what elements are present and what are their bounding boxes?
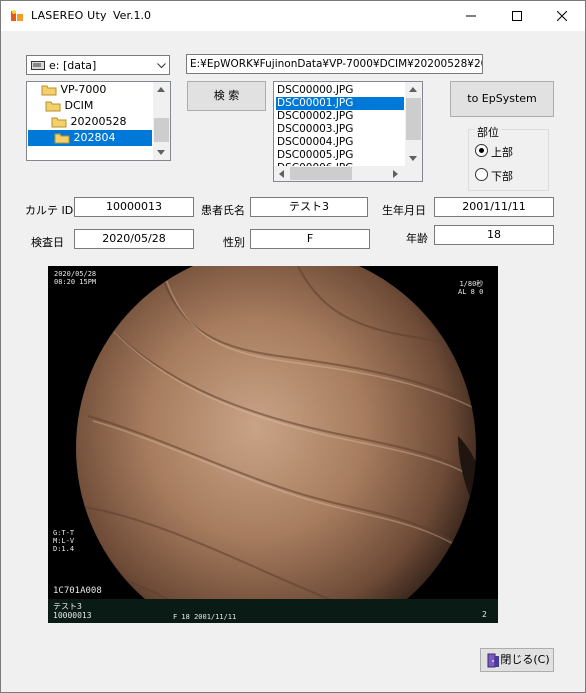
tree-item-202804[interactable]: 202804 xyxy=(28,130,152,146)
scroll-right-icon[interactable] xyxy=(393,170,398,178)
overlay-page: 2 xyxy=(482,610,487,619)
file-list-hscrollbar[interactable] xyxy=(274,166,405,181)
file-list-vscrollbar[interactable] xyxy=(405,82,422,166)
tree-item-label: VP-7000 xyxy=(60,83,107,96)
exit-door-icon xyxy=(487,653,499,668)
open-folder-icon xyxy=(51,117,67,128)
tree-scroll-thumb[interactable] xyxy=(154,118,169,142)
path-field[interactable]: E:¥EpWORK¥FujinonData¥VP-7000¥DCIM¥20200… xyxy=(186,54,483,74)
list-item[interactable]: DSC00004.JPG xyxy=(276,136,404,149)
exam-date-label: 検査日 xyxy=(31,236,64,249)
close-icon xyxy=(557,11,567,21)
tree-item-20200528[interactable]: 20200528 xyxy=(51,114,127,130)
part-upper-radio[interactable] xyxy=(475,144,488,157)
overlay-bottom-strip xyxy=(48,599,498,623)
title-bar: LASEREO Uty Ver.1.0 xyxy=(1,1,585,31)
patient-name-field[interactable]: テスト3 xyxy=(250,197,368,217)
sex-field[interactable]: F xyxy=(250,229,370,249)
list-item[interactable]: DSC00002.JPG xyxy=(276,110,404,123)
overlay-datetime: 2020/05/28 08:20 15PM xyxy=(54,270,97,286)
part-label: 部位 xyxy=(475,124,501,140)
scroll-down-icon[interactable] xyxy=(409,156,417,161)
file-hscroll-thumb[interactable] xyxy=(290,167,352,180)
sex-label: 性別 xyxy=(223,236,245,249)
dob-field[interactable]: 2001/11/11 xyxy=(434,197,554,217)
exam-date-field[interactable]: 2020/05/28 xyxy=(74,229,194,249)
list-item[interactable]: DSC00005.JPG xyxy=(276,149,404,162)
scroll-down-icon[interactable] xyxy=(157,150,165,155)
dob-label: 生年月日 xyxy=(382,204,426,217)
drive-select[interactable]: e: [data] xyxy=(26,55,170,75)
close-button-label: 閉じる(C) xyxy=(500,653,550,666)
app-icon xyxy=(11,10,23,21)
karte-id-field[interactable]: 10000013 xyxy=(74,197,194,217)
close-button[interactable]: 閉じる(C) xyxy=(480,648,554,672)
endoscope-image: 2020/05/28 08:20 15PM 1/80秒 AL 8 0 G:T-T… xyxy=(48,266,498,623)
patient-name-label: 患者氏名 xyxy=(201,204,245,217)
list-item-selected[interactable]: DSC00001.JPG xyxy=(276,97,404,110)
scroll-left-icon[interactable] xyxy=(279,170,284,178)
search-button[interactable]: 検 索 xyxy=(187,81,266,111)
scroll-corner xyxy=(405,166,422,181)
window-title: LASEREO Uty xyxy=(31,9,107,22)
maximize-icon xyxy=(512,11,522,21)
drive-value: e: [data] xyxy=(49,59,97,72)
karte-id-label: カルテ ID xyxy=(25,204,74,217)
part-lower-radio[interactable] xyxy=(475,168,488,181)
file-list[interactable]: DSC00000.JPG DSC00001.JPG DSC00002.JPG D… xyxy=(273,81,423,182)
overlay-shutter: 1/80秒 AL 8 0 xyxy=(458,280,484,296)
app-window: LASEREO Uty Ver.1.0 e: [data] VP-7000 DC… xyxy=(0,0,586,693)
age-field[interactable]: 18 xyxy=(434,225,554,245)
overlay-bottom-info: F 18 2001/11/11 xyxy=(173,613,237,621)
endoscopic-view-picture xyxy=(76,266,476,623)
tree-item-label: 20200528 xyxy=(70,115,127,128)
close-window-button[interactable] xyxy=(539,1,585,31)
to-epsystem-button[interactable]: to EpSystem xyxy=(450,81,554,117)
scroll-up-icon[interactable] xyxy=(157,87,165,92)
open-folder-icon xyxy=(45,101,61,112)
open-folder-icon xyxy=(41,85,57,96)
minimize-button[interactable] xyxy=(448,1,494,31)
tree-item-dcim[interactable]: DCIM xyxy=(45,98,93,114)
open-folder-icon xyxy=(54,133,70,144)
folder-tree[interactable]: VP-7000 DCIM 20200528 202804 xyxy=(26,81,171,161)
scroll-up-icon[interactable] xyxy=(409,87,417,92)
list-item[interactable]: DSC00003.JPG xyxy=(276,123,404,136)
tree-scrollbar[interactable] xyxy=(153,82,170,160)
maximize-button[interactable] xyxy=(494,1,540,31)
age-label: 年齢 xyxy=(406,232,428,245)
tree-item-label: DCIM xyxy=(64,99,94,112)
minimize-icon xyxy=(466,15,476,17)
drive-icon xyxy=(31,61,45,70)
part-lower-label[interactable]: 下部 xyxy=(491,168,513,184)
tree-item-vp7000[interactable]: VP-7000 xyxy=(41,82,106,98)
window-version: Ver.1.0 xyxy=(113,9,151,22)
part-upper-label[interactable]: 上部 xyxy=(491,144,513,160)
list-item[interactable]: DSC00000.JPG xyxy=(276,84,404,97)
chevron-down-icon xyxy=(157,63,166,69)
overlay-patient: テスト3 10000013 xyxy=(53,602,92,620)
overlay-scope-id: 1C701A008 xyxy=(53,586,102,596)
overlay-settings: G:T-T M:L-V D:1.4 xyxy=(53,529,75,553)
tree-item-label: 202804 xyxy=(73,131,116,144)
file-scroll-thumb[interactable] xyxy=(406,98,421,140)
